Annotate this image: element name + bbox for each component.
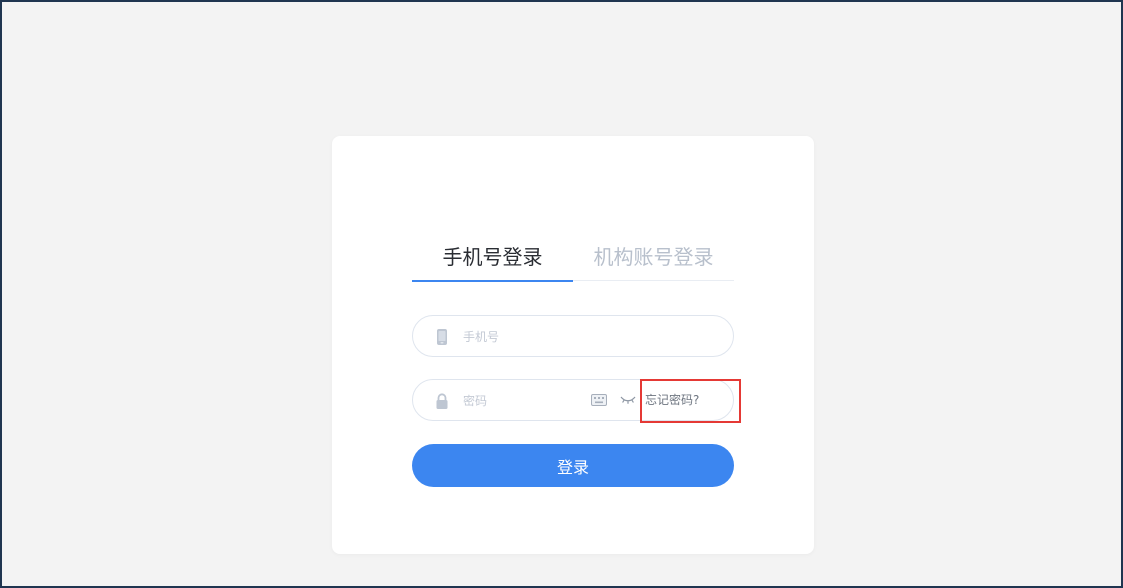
active-tab-indicator xyxy=(412,280,573,282)
phone-icon xyxy=(437,329,447,345)
phone-input[interactable] xyxy=(461,325,585,349)
keyboard-icon[interactable] xyxy=(591,394,607,406)
lock-icon xyxy=(436,393,448,409)
phone-field xyxy=(412,315,734,357)
tab-phone-login[interactable]: 手机号登录 xyxy=(412,234,573,280)
tab-organization-login[interactable]: 机构账号登录 xyxy=(573,234,734,280)
login-card: 手机号登录 机构账号登录 手机号 忘记密码? 登录 xyxy=(332,136,814,554)
eye-closed-icon[interactable] xyxy=(619,394,637,406)
screenshot-frame: 手机号登录 机构账号登录 手机号 忘记密码? 登录 xyxy=(0,0,1123,588)
login-tabs: 手机号登录 机构账号登录 xyxy=(412,234,734,282)
password-field: 忘记密码? xyxy=(412,379,734,421)
forgot-password-link[interactable]: 忘记密码? xyxy=(645,390,699,410)
login-button[interactable]: 登录 xyxy=(412,444,734,487)
password-input[interactable] xyxy=(461,389,585,413)
